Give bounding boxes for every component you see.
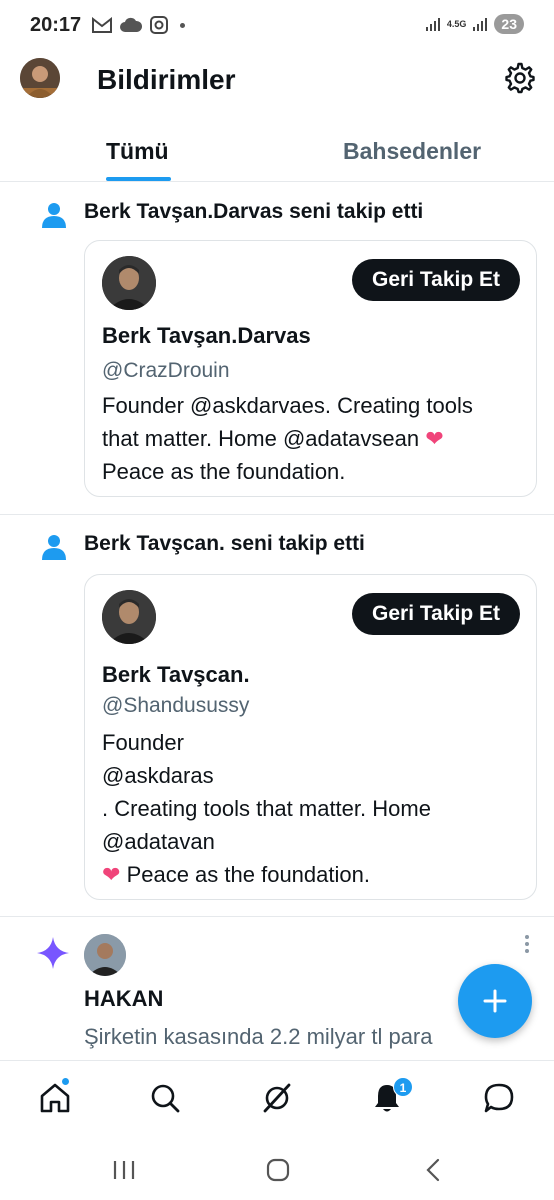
avatar-image: [84, 934, 126, 976]
post-author-name: HAKAN: [84, 986, 164, 1011]
grok-icon[interactable]: [260, 1081, 294, 1115]
home-unread-dot: [61, 1077, 70, 1086]
status-notification-icons: [92, 16, 185, 34]
user-card[interactable]: Geri Takip Et Berk Tavşcan. @Shandusussy…: [84, 574, 537, 900]
battery-indicator: 23: [494, 14, 524, 34]
bio-line-text: that matter. Home @adatavsean: [102, 426, 420, 451]
user-handle: @CrazDrouin: [102, 359, 230, 382]
home-button-icon[interactable]: [264, 1156, 292, 1184]
signal-icon-2: [473, 18, 488, 31]
notification-follow-1[interactable]: Berk Tavşan.Darvas seni takip etti Geri …: [0, 183, 554, 515]
follow-back-button[interactable]: Geri Takip Et: [352, 259, 520, 301]
tab-all[interactable]: Tümü: [106, 138, 169, 165]
person-icon: [42, 203, 66, 228]
user-avatar[interactable]: [84, 934, 126, 976]
avatar-image: [102, 256, 156, 310]
heart-icon: ❤: [102, 862, 121, 887]
settings-gear-icon[interactable]: [504, 62, 536, 94]
sparkle-icon: [37, 937, 69, 969]
status-time: 20:17: [30, 14, 82, 36]
instagram-icon: [150, 16, 168, 34]
signal-icon: [425, 18, 440, 31]
bio-line-text: Peace as the foundation.: [126, 862, 370, 887]
heart-icon: ❤: [425, 426, 444, 451]
user-name: Berk Tavşan.Darvas: [102, 323, 311, 348]
bio-line: ❤ Peace as the foundation.: [102, 862, 370, 888]
user-avatar[interactable]: [102, 590, 156, 644]
bio-line: Founder @askdarvaes. Creating tools: [102, 393, 473, 418]
person-icon: [42, 535, 66, 560]
avatar-image: [102, 590, 156, 644]
messages-icon[interactable]: [482, 1081, 516, 1115]
avatar-image: [20, 58, 60, 98]
status-bar: 20:17 4.5G 23: [0, 0, 554, 54]
notification-follow-2[interactable]: Berk Tavşcan. seni takip etti Geri Takip…: [0, 516, 554, 917]
bio-line: Peace as the foundation.: [102, 459, 346, 484]
gmail-icon: [92, 17, 112, 33]
more-options-icon[interactable]: [524, 934, 530, 954]
back-icon[interactable]: [420, 1156, 448, 1184]
status-right: 4.5G 23: [425, 14, 524, 34]
user-avatar[interactable]: [102, 256, 156, 310]
app-header: Bildirimler: [0, 54, 554, 110]
notification-count-badge: 1: [393, 1077, 413, 1097]
plus-icon: [483, 989, 507, 1013]
network-type: 4.5G: [446, 18, 467, 29]
follow-back-button[interactable]: Geri Takip Et: [352, 593, 520, 635]
bio-line: . Creating tools that matter. Home: [102, 796, 431, 821]
home-icon[interactable]: [38, 1081, 72, 1115]
notification-text: Berk Tavşan.Darvas seni takip etti: [84, 200, 424, 223]
profile-avatar[interactable]: [20, 58, 60, 98]
bio-line: @adatavan: [102, 829, 215, 854]
active-tab-indicator: [106, 177, 171, 181]
user-name: Berk Tavşcan.: [102, 662, 250, 687]
bio-line: that matter. Home @adatavsean ❤: [102, 426, 444, 452]
tab-mentions[interactable]: Bahsedenler: [343, 138, 481, 165]
bio-line: Founder: [102, 730, 184, 755]
more-notifications-dot: [180, 22, 185, 28]
cloud-icon: [120, 17, 142, 32]
bio-line: @askdaras: [102, 763, 214, 788]
system-navigation-bar: [0, 1134, 554, 1200]
page-title: Bildirimler: [97, 64, 236, 95]
user-handle: @Shandusussy: [102, 694, 250, 717]
compose-button[interactable]: [458, 964, 532, 1038]
user-card[interactable]: Geri Takip Et Berk Tavşan.Darvas @CrazDr…: [84, 240, 537, 497]
search-icon[interactable]: [148, 1081, 182, 1115]
notification-text: Berk Tavşcan. seni takip etti: [84, 532, 365, 555]
bottom-navigation: 1: [0, 1060, 554, 1134]
tab-bar: Tümü Bahsedenler: [0, 120, 554, 182]
recent-apps-icon[interactable]: [110, 1156, 138, 1184]
